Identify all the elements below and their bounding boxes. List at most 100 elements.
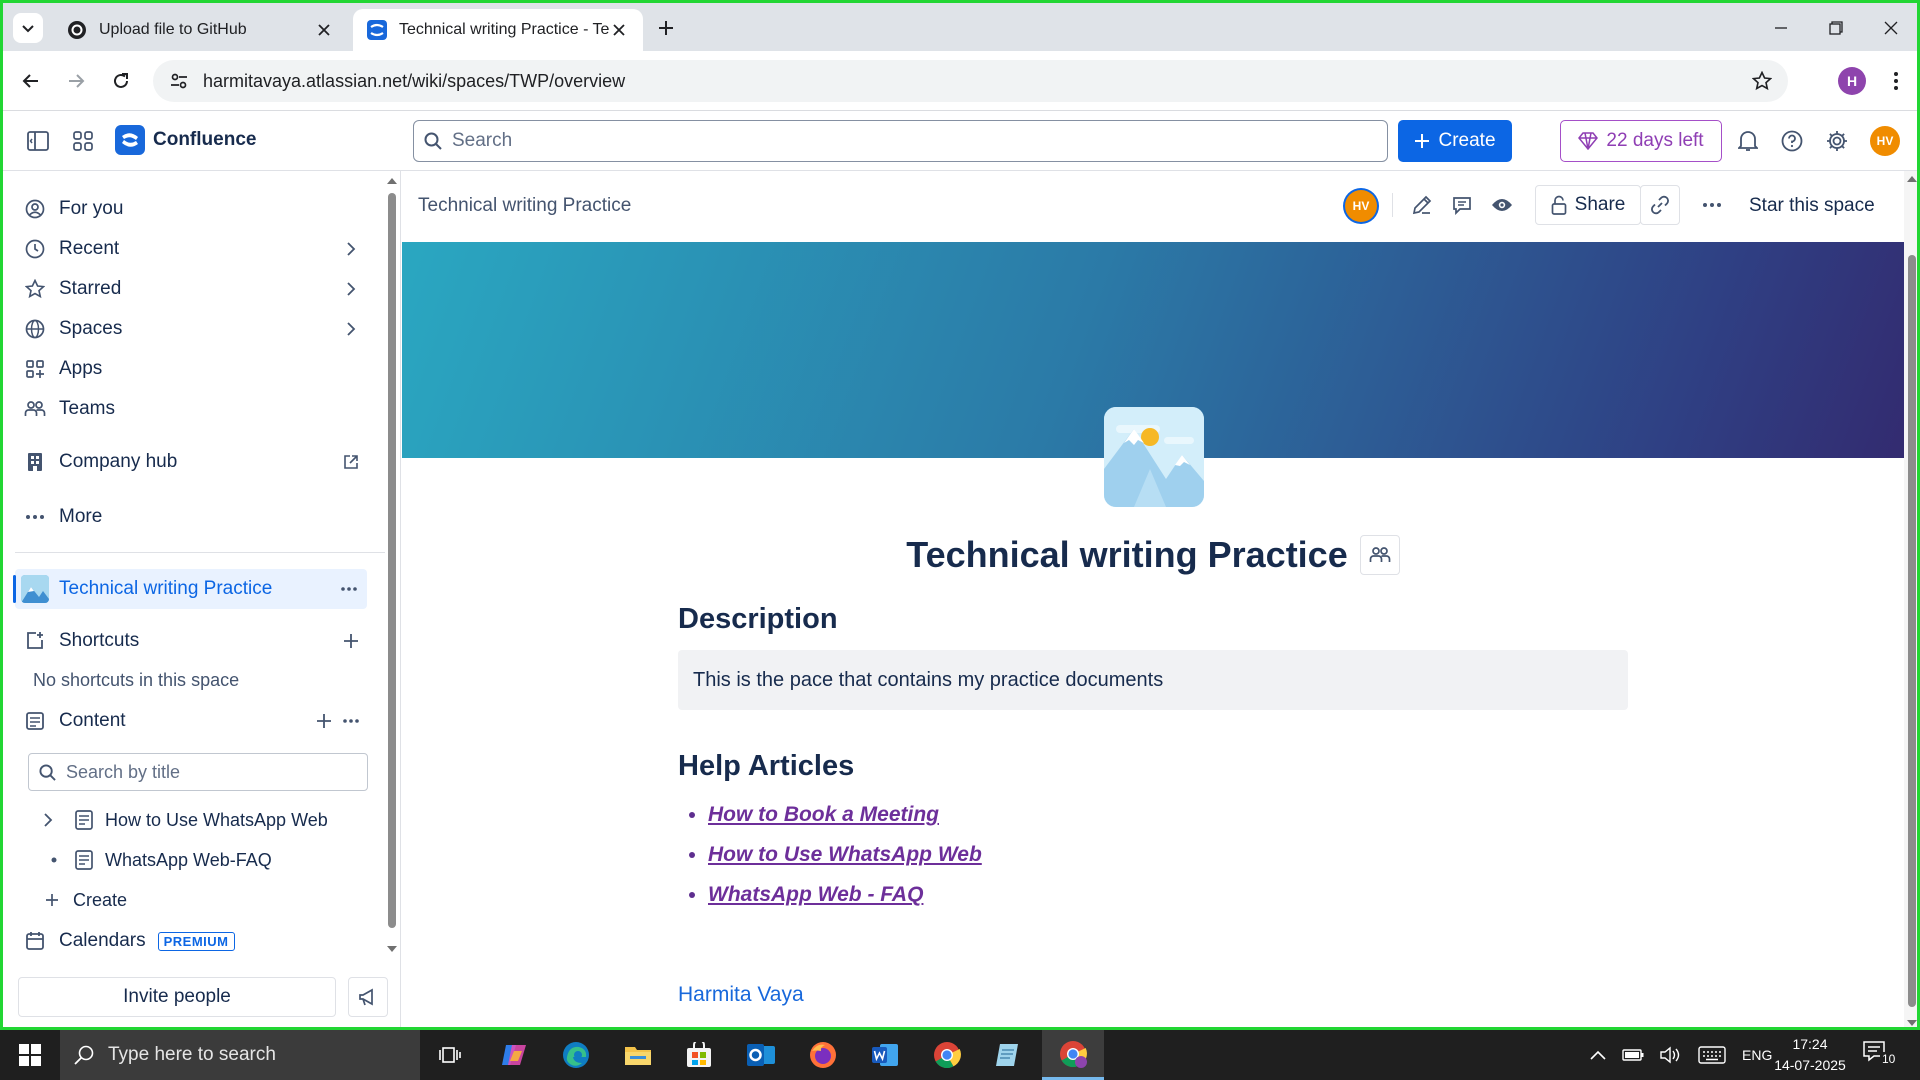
sidebar-item-more[interactable]: More [23, 499, 363, 535]
url-text[interactable]: harmitavaya.atlassian.net/wiki/spaces/TW… [203, 71, 1752, 92]
edge-app[interactable] [548, 1030, 604, 1080]
tab-upload-github[interactable]: Upload file to GitHub [53, 9, 348, 51]
chevron-right-icon[interactable] [339, 317, 363, 341]
sidebar-item-company-hub[interactable]: Company hub [23, 444, 363, 480]
bookmark-star-icon[interactable] [1752, 71, 1772, 91]
taskbar-search-input[interactable] [108, 1044, 420, 1066]
space-people-button[interactable] [1359, 535, 1400, 575]
restore-button[interactable] [1821, 13, 1851, 43]
browser-menu-button[interactable] [1881, 66, 1911, 96]
store-app[interactable] [671, 1030, 727, 1080]
close-icon[interactable] [314, 20, 334, 40]
keyboard-icon[interactable] [1698, 1046, 1726, 1064]
scroll-down-icon[interactable] [387, 945, 397, 953]
browser-profile-avatar[interactable]: H [1838, 67, 1866, 95]
user-avatar[interactable]: HV [1870, 126, 1900, 156]
edit-button[interactable] [1404, 187, 1440, 223]
chevron-right-icon[interactable] [43, 813, 65, 827]
sidebar-item-shortcuts[interactable]: Shortcuts [23, 623, 363, 659]
invite-people-button[interactable]: Invite people [18, 977, 336, 1017]
tab-search-button[interactable] [13, 13, 43, 43]
settings-button[interactable] [1821, 125, 1853, 157]
help-article-link[interactable]: How to Use WhatsApp Web [708, 843, 982, 866]
sidebar-item-apps[interactable]: Apps [23, 351, 363, 387]
sidebar-item-teams[interactable]: Teams [23, 391, 363, 427]
sidebar-toggle-button[interactable] [22, 125, 54, 157]
scroll-up-icon[interactable] [387, 177, 397, 185]
file-explorer-app[interactable] [610, 1030, 666, 1080]
confluence-home-link[interactable]: Confluence [115, 125, 256, 155]
breadcrumb[interactable]: Technical writing Practice [418, 195, 631, 217]
chevron-right-icon[interactable] [339, 277, 363, 301]
chevron-right-icon[interactable] [339, 237, 363, 261]
notification-center-button[interactable]: 10 [1862, 1040, 1902, 1070]
help-article-link[interactable]: How to Book a Meeting [708, 803, 939, 826]
help-article-link[interactable]: WhatsApp Web - FAQ [708, 883, 923, 906]
back-button[interactable] [15, 65, 47, 97]
copy-link-button[interactable] [1640, 185, 1680, 225]
firefox-app[interactable] [795, 1030, 851, 1080]
more-vertical-icon [1894, 72, 1898, 90]
sidebar-item-content[interactable]: Content [23, 703, 363, 739]
title-search-input[interactable] [66, 761, 357, 783]
forward-button[interactable] [60, 65, 92, 97]
watch-button[interactable] [1484, 187, 1520, 223]
collaborator-avatar[interactable]: HV [1345, 190, 1377, 222]
scroll-up-icon[interactable] [1907, 175, 1917, 183]
more-horizontal-icon[interactable] [331, 586, 367, 592]
feedback-button[interactable] [348, 977, 388, 1017]
author-mention[interactable]: Harmita Vaya [678, 983, 804, 1007]
star-space-button[interactable]: Star this space [1749, 195, 1875, 217]
more-actions-button[interactable] [1694, 187, 1730, 223]
copilot-app[interactable] [486, 1030, 542, 1080]
chrome-app[interactable] [919, 1030, 975, 1080]
chevron-up-icon[interactable] [1590, 1050, 1606, 1060]
scrollbar-thumb[interactable] [1908, 255, 1916, 1007]
sidebar-item-spaces[interactable]: Spaces [23, 311, 363, 347]
reload-button[interactable] [105, 65, 137, 97]
sidebar-scrollbar[interactable] [384, 171, 400, 953]
chrome-profile-app[interactable] [1042, 1030, 1104, 1080]
sidebar-item-calendars[interactable]: Calendars PREMIUM [23, 923, 363, 959]
current-space-item[interactable]: Technical writing Practice [13, 569, 367, 609]
language-indicator[interactable]: ENG [1742, 1047, 1772, 1063]
scrollbar-thumb[interactable] [388, 193, 396, 928]
outlook-app[interactable] [733, 1030, 789, 1080]
battery-icon[interactable] [1622, 1048, 1644, 1062]
plus-icon[interactable] [309, 713, 339, 729]
taskbar-search[interactable] [60, 1030, 420, 1080]
minimize-button[interactable] [1766, 13, 1796, 43]
site-info-icon[interactable] [169, 71, 189, 91]
global-search[interactable] [413, 120, 1388, 162]
help-button[interactable] [1776, 125, 1808, 157]
main-scrollbar[interactable] [1904, 171, 1917, 1027]
sidebar-item-recent[interactable]: Recent [23, 231, 363, 267]
tab-technical-writing[interactable]: Technical writing Practice - Technical w… [353, 9, 643, 51]
sidebar-item-for-you[interactable]: For you [23, 191, 363, 227]
trial-button[interactable]: 22 days left [1560, 120, 1722, 162]
task-view-button[interactable] [422, 1030, 478, 1080]
search-input[interactable] [452, 130, 1377, 152]
scroll-down-icon[interactable] [1907, 1019, 1917, 1027]
comments-button[interactable] [1444, 187, 1480, 223]
more-horizontal-icon[interactable] [339, 709, 363, 733]
notepad-app[interactable] [980, 1030, 1036, 1080]
plus-icon[interactable] [339, 629, 363, 653]
title-search[interactable] [28, 753, 368, 791]
close-window-button[interactable] [1876, 13, 1906, 43]
close-icon[interactable] [609, 20, 629, 40]
clock[interactable]: 17:24 14-07-2025 [1770, 1034, 1850, 1076]
create-button[interactable]: Create [1398, 120, 1512, 162]
start-button[interactable] [0, 1030, 60, 1080]
tree-item[interactable]: How to Use WhatsApp Web [43, 803, 328, 837]
address-bar[interactable]: harmitavaya.atlassian.net/wiki/spaces/TW… [153, 60, 1788, 102]
tree-item[interactable]: WhatsApp Web-FAQ [43, 843, 272, 877]
sidebar-item-starred[interactable]: Starred [23, 271, 363, 307]
notifications-button[interactable] [1732, 125, 1764, 157]
app-switcher-button[interactable] [67, 125, 99, 157]
word-app[interactable] [857, 1030, 913, 1080]
new-tab-button[interactable] [653, 15, 679, 41]
create-content-button[interactable]: Create [45, 883, 127, 917]
share-button[interactable]: Share [1535, 185, 1641, 225]
volume-icon[interactable] [1660, 1046, 1682, 1064]
